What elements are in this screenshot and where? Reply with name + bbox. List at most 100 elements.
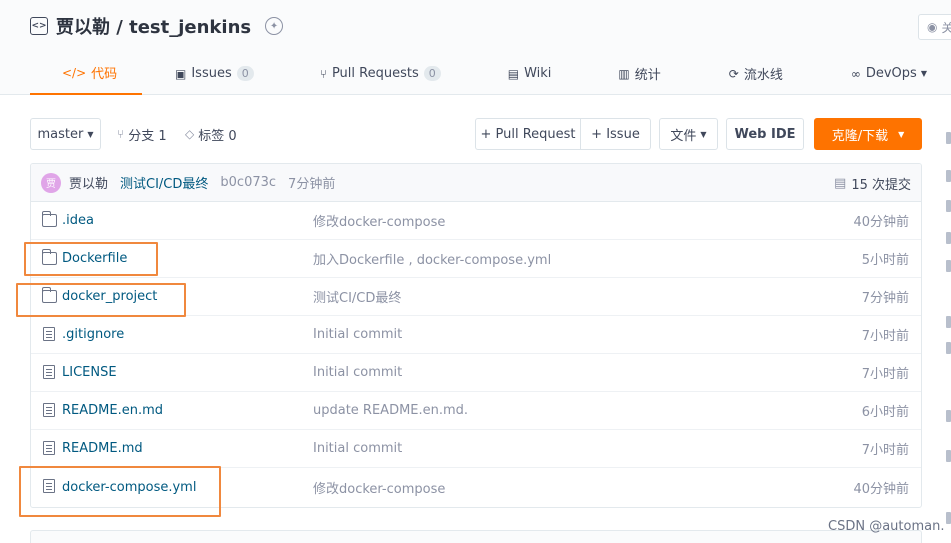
tab-devops[interactable]: ∞ DevOps ▼ [851,52,927,95]
commits-icon: ▤ [834,175,847,191]
file-name-link[interactable]: docker_project [62,289,157,304]
tab-pull-requests[interactable]: ⑂ Pull Requests 0 [320,52,441,95]
file-row[interactable]: README.en.md update README.en.md. 6小时前 [31,392,921,430]
repo-title[interactable]: 贾以勒 / test_jenkins [56,13,251,39]
file-commit-time: 40分钟前 [853,215,909,230]
chevron-down-icon: ▼ [898,129,905,139]
file-row[interactable]: LICENSE Initial commit 7小时前 [31,354,921,392]
tab-pipeline-label: 流水线 [743,68,783,83]
file-commit-time: 7小时前 [861,329,909,344]
file-icon [43,479,55,493]
tab-wiki[interactable]: ▤ Wiki [508,52,552,95]
file-row[interactable]: docker-compose.yml 修改docker-compose 40分钟… [31,468,921,506]
tab-pull-requests-label: Pull Requests [331,66,419,81]
file-row[interactable]: Dockerfile 加入Dockerfile , docker-compose… [31,240,921,278]
file-name-link[interactable]: README.md [62,441,143,456]
file-name-link[interactable]: .idea [62,213,94,228]
commit-author[interactable]: 贾以勒 [69,173,108,192]
new-issue-label: + Issue [591,126,640,142]
watermark: CSDN @automan. [828,519,945,534]
tab-issues[interactable]: ▣ Issues 0 [175,52,254,95]
file-commit-message[interactable]: 修改docker-compose [313,211,445,230]
tab-stats-label: 统计 [634,68,661,83]
tab-devops-label: DevOps [865,66,917,81]
file-commit-message[interactable]: 加入Dockerfile , docker-compose.yml [313,249,551,268]
new-issue-button[interactable]: + Issue [580,118,651,150]
new-pull-request-label: + Pull Request [480,126,576,142]
tab-pipeline[interactable]: ⟳ 流水线 [729,52,783,95]
file-icon [43,441,55,455]
web-ide-button[interactable]: Web IDE [726,118,804,150]
commit-count-label: 15 次提交 [851,177,911,193]
file-commit-time: 5小时前 [861,253,909,268]
file-name-link[interactable]: README.en.md [62,403,163,418]
commit-count-link[interactable]: ▤ 15 次提交 [834,164,911,202]
latest-commit-bar: 贾 贾以勒 测试CI/CD最终 b0c073c 7分钟前 ▤ 15 次提交 [31,164,921,202]
file-commit-time: 7分钟前 [861,291,909,306]
tags-link[interactable]: ◇ 标签 0 [185,118,237,150]
branch-select-label: master [37,126,84,142]
sidebar-clipped-text [944,120,951,540]
file-icon [43,365,55,379]
commit-message-link[interactable]: 测试CI/CD最终 [120,173,208,192]
file-icon [43,327,55,341]
tab-code-label: 代码 [91,67,118,82]
web-ide-label: Web IDE [734,126,796,142]
tab-code[interactable]: </> 代码 [30,52,142,95]
watch-button[interactable]: ◉ 关 [918,14,951,40]
file-commit-message[interactable]: update README.en.md. [313,403,468,418]
tab-stats[interactable]: ▥ 统计 [618,52,660,95]
folder-icon [41,287,57,303]
commit-time: 7分钟前 [288,177,336,192]
files-menu-button[interactable]: 文件 ▼ [659,118,718,150]
repo-code-icon: <> [30,17,48,35]
award-badge-icon[interactable]: ✦ [265,17,284,35]
file-commit-time: 6小时前 [861,405,909,420]
pipeline-icon: ⟳ [728,66,739,81]
repo-title-bar: <> 贾以勒 / test_jenkins ✦ [30,12,284,40]
branch-icon: ⑂ [117,127,125,141]
file-name-link[interactable]: Dockerfile [62,251,127,266]
watch-label: 关 [941,20,951,35]
file-row[interactable]: .gitignore Initial commit 7小时前 [31,316,921,354]
repo-tabs: </> 代码 ▣ Issues 0 ⑂ Pull Requests 0 ▤ Wiki ▥ 统计… [30,52,927,95]
file-row[interactable]: README.md Initial commit 7小时前 [31,430,921,468]
file-name-link[interactable]: docker-compose.yml [62,480,196,495]
repo-toolbar: master ▼ ⑂ 分支 1 ◇ 标签 0 + Pull Request + Iss… [30,118,922,150]
tab-wiki-label: Wiki [524,66,552,81]
tags-label: 标签 0 [198,128,237,144]
folder-icon [41,211,57,227]
file-row[interactable]: docker_project 测试CI/CD最终 7分钟前 [31,278,921,316]
file-name-link[interactable]: .gitignore [62,327,124,342]
file-commit-message[interactable]: Initial commit [313,327,402,342]
chevron-down-icon: ▼ [87,129,94,139]
file-commit-time: 7小时前 [861,443,909,458]
file-list: 贾 贾以勒 测试CI/CD最终 b0c073c 7分钟前 ▤ 15 次提交 .id… [30,163,922,508]
issues-count-badge: 0 [236,66,254,81]
file-icon [43,403,55,417]
eye-icon: ◉ [927,20,938,34]
avatar[interactable]: 贾 [41,172,61,193]
issues-icon: ▣ [175,66,187,81]
file-name-link[interactable]: LICENSE [62,365,117,380]
wiki-icon: ▤ [507,66,520,81]
file-commit-message[interactable]: 测试CI/CD最终 [313,287,401,306]
tab-issues-label: Issues [191,66,232,81]
file-row[interactable]: .idea 修改docker-compose 40分钟前 [31,202,921,240]
file-commit-message[interactable]: Initial commit [313,365,402,380]
chevron-down-icon: ▼ [920,69,927,78]
new-pull-request-button[interactable]: + Pull Request [475,118,581,150]
branches-link[interactable]: ⑂ 分支 1 [117,118,167,150]
file-commit-time: 7小时前 [861,367,909,382]
pr-count-badge: 0 [423,66,441,81]
file-commit-message[interactable]: 修改docker-compose [313,478,445,497]
tag-icon: ◇ [185,127,195,141]
branches-label: 分支 1 [128,128,167,144]
code-icon: </> [62,65,87,80]
files-menu-label: 文件 [670,128,697,144]
commit-sha[interactable]: b0c073c [220,175,276,190]
file-commit-message[interactable]: Initial commit [313,441,402,456]
clone-download-button[interactable]: 克隆/下载 ▼ [814,118,922,150]
branch-select[interactable]: master ▼ [30,118,101,150]
pull-request-icon: ⑂ [319,66,327,81]
